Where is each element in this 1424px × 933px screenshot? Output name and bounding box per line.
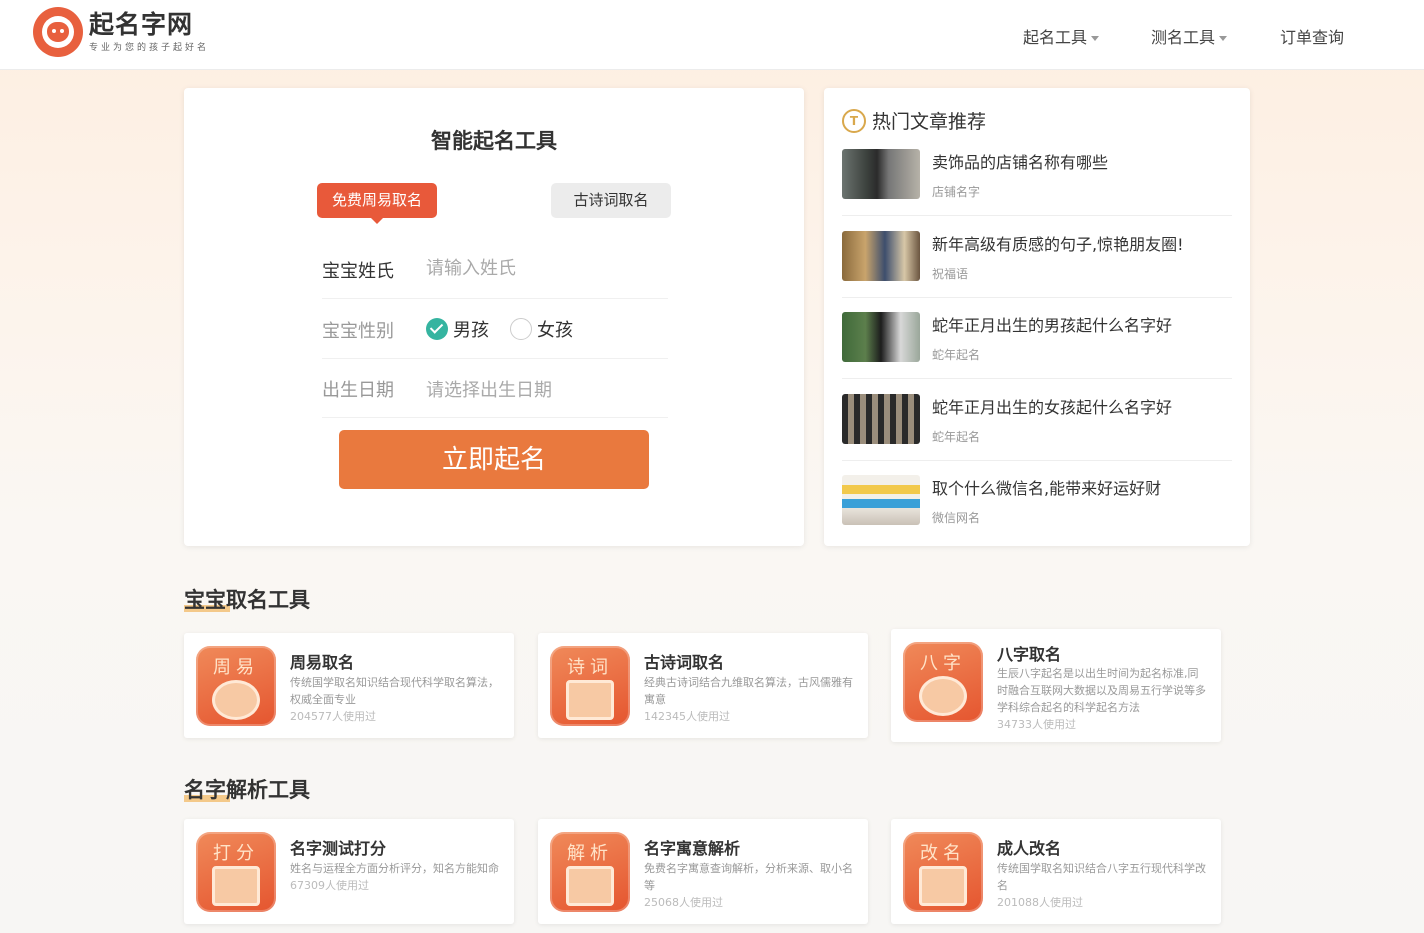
- start-naming-button[interactable]: 立即起名: [339, 430, 649, 489]
- nav-label: 测名工具: [1151, 28, 1216, 47]
- nav-name-test-tools[interactable]: 测名工具: [1151, 24, 1228, 48]
- tool-description: 传统国学取名知识结合现代科学取名算法，权威全面专业: [290, 676, 499, 706]
- logo-title: 起名字网: [89, 10, 194, 39]
- gender-boy-radio[interactable]: 男孩: [426, 316, 489, 342]
- chevron-down-icon: [1219, 36, 1228, 41]
- tool-description: 经典古诗词结合九维取名算法，古风儒雅有寓意: [644, 676, 853, 706]
- hot-articles-title: 热门文章推荐: [872, 111, 987, 133]
- article-tag[interactable]: 蛇年起名: [932, 428, 980, 445]
- surname-row: 宝宝姓氏: [322, 239, 668, 299]
- checkmark-icon: [426, 318, 448, 340]
- article-tag[interactable]: 微信网名: [932, 509, 980, 526]
- tab-poetry-naming[interactable]: 古诗词取名: [551, 183, 671, 218]
- birth-date-picker[interactable]: 请选择出生日期: [426, 376, 552, 402]
- article-thumbnail: [842, 231, 920, 281]
- gender-label: 宝宝性别: [322, 321, 394, 342]
- gender-girl-label: 女孩: [537, 320, 573, 341]
- icon-word: 诗词: [567, 657, 613, 678]
- usage-count: 67309人使用过: [290, 879, 369, 892]
- tool-name: 名字测试打分: [290, 839, 387, 858]
- tool-bazi-naming[interactable]: 八字 八字取名 生辰八字起名是以出生时间为起名标准,同时融合互联网大数据以及周易…: [891, 629, 1221, 742]
- analysis-tools-heading: 名字解析工具: [184, 778, 310, 802]
- tool-poetry-naming[interactable]: 诗词 古诗词取名 经典古诗词结合九维取名算法，古风儒雅有寓意 142345人使用…: [538, 633, 868, 738]
- site-logo[interactable]: 起名字网 专业为您的孩子起好名: [33, 7, 209, 57]
- nav-label: 起名工具: [1023, 28, 1088, 47]
- article-item[interactable]: 取个什么微信名,能带来好运好财 微信网名: [842, 475, 1232, 557]
- article-title[interactable]: 新年高级有质感的句子,惊艳朋友圈!: [932, 231, 1184, 255]
- tool-description: 免费名字寓意查询解析，分析来源、取小名等: [644, 862, 853, 892]
- article-item[interactable]: 蛇年正月出生的女孩起什么名字好 蛇年起名: [842, 394, 1232, 476]
- article-thumbnail: [842, 312, 920, 362]
- tool-description: 传统国学取名知识结合八字五行现代科学改名: [997, 862, 1206, 892]
- usage-count: 204577人使用过: [290, 710, 376, 723]
- article-tag[interactable]: 蛇年起名: [932, 346, 980, 363]
- site-header: 起名字网 专业为您的孩子起好名 起名工具 测名工具 订单查询: [0, 0, 1424, 70]
- tool-name: 古诗词取名: [644, 653, 725, 672]
- article-tag[interactable]: 祝福语: [932, 265, 968, 282]
- article-item[interactable]: 新年高级有质感的句子,惊艳朋友圈! 祝福语: [842, 231, 1232, 313]
- article-thumbnail: [842, 149, 920, 199]
- bagua-icon: 八字: [903, 642, 983, 722]
- score-pen-icon: 打分: [196, 832, 276, 912]
- tool-name: 八字取名: [997, 645, 1062, 664]
- article-thumbnail: [842, 394, 920, 444]
- tool-adult-rename[interactable]: 改名 成人改名 传统国学取名知识结合八字五行现代科学改名 201088人使用过: [891, 819, 1221, 924]
- tab-zhouyi-naming[interactable]: 免费周易取名: [317, 183, 437, 224]
- magnifier-icon: 解析: [550, 832, 630, 912]
- gender-boy-label: 男孩: [453, 320, 489, 341]
- tool-description: 姓名与运程全方面分析评分，知名方能知命: [290, 862, 499, 875]
- surname-input[interactable]: [426, 253, 666, 283]
- article-tag[interactable]: 店铺名字: [932, 183, 980, 200]
- tool-name-score[interactable]: 打分 名字测试打分 姓名与运程全方面分析评分，知名方能知命 67309人使用过: [184, 819, 514, 924]
- tool-name: 成人改名: [997, 839, 1062, 858]
- hot-articles-header: T 热门文章推荐: [842, 107, 986, 134]
- article-thumbnail: [842, 475, 920, 525]
- birth-label: 出生日期: [322, 380, 394, 401]
- tool-name: 名字寓意解析: [644, 839, 741, 858]
- nav-label: 订单查询: [1280, 28, 1345, 47]
- icon-word: 改名: [920, 843, 966, 864]
- usage-count: 201088人使用过: [997, 896, 1083, 909]
- poetry-scroll-icon: 诗词: [550, 646, 630, 726]
- tool-zhouyi-naming[interactable]: 周易 周易取名 传统国学取名知识结合现代科学取名算法，权威全面专业 204577…: [184, 633, 514, 738]
- icon-word: 打分: [213, 843, 259, 864]
- hot-badge-icon: T: [842, 108, 866, 133]
- article-title[interactable]: 取个什么微信名,能带来好运好财: [932, 475, 1161, 499]
- gender-row: 宝宝性别 男孩 女孩: [322, 299, 668, 359]
- icon-word: 八字: [920, 653, 966, 674]
- tool-description: 生辰八字起名是以出生时间为起名标准,同时融合互联网大数据以及周易五行学说等多学科…: [997, 667, 1206, 714]
- zhouyi-icon: 周易: [196, 646, 276, 726]
- logo-icon: [33, 7, 83, 57]
- nav-order-query[interactable]: 订单查询: [1280, 24, 1344, 48]
- tool-name-meaning[interactable]: 解析 名字寓意解析 免费名字寓意查询解析，分析来源、取小名等 25068人使用过: [538, 819, 868, 924]
- usage-count: 25068人使用过: [644, 896, 723, 909]
- article-item[interactable]: 蛇年正月出生的男孩起什么名字好 蛇年起名: [842, 312, 1232, 394]
- nav-naming-tools[interactable]: 起名工具: [1023, 24, 1100, 48]
- icon-word: 解析: [567, 843, 613, 864]
- tool-title: 智能起名工具: [431, 129, 557, 153]
- birth-row[interactable]: 出生日期 请选择出生日期: [322, 358, 668, 418]
- baby-tools-heading: 宝宝取名工具: [184, 588, 310, 612]
- radio-empty-icon: [510, 318, 532, 340]
- icon-word: 周易: [213, 657, 259, 678]
- logo-subtitle: 专业为您的孩子起好名: [89, 43, 210, 53]
- gender-girl-radio[interactable]: 女孩: [510, 316, 573, 342]
- chevron-down-icon: [1091, 36, 1100, 41]
- article-title[interactable]: 蛇年正月出生的男孩起什么名字好: [932, 312, 1172, 336]
- usage-count: 34733人使用过: [997, 718, 1076, 731]
- usage-count: 142345人使用过: [644, 710, 730, 723]
- book-brush-icon: 改名: [903, 832, 983, 912]
- article-title[interactable]: 蛇年正月出生的女孩起什么名字好: [932, 394, 1172, 418]
- article-item[interactable]: 卖饰品的店铺名称有哪些 店铺名字: [842, 149, 1232, 231]
- tool-name: 周易取名: [290, 653, 355, 672]
- surname-label: 宝宝姓氏: [322, 261, 394, 282]
- article-title[interactable]: 卖饰品的店铺名称有哪些: [932, 149, 1108, 173]
